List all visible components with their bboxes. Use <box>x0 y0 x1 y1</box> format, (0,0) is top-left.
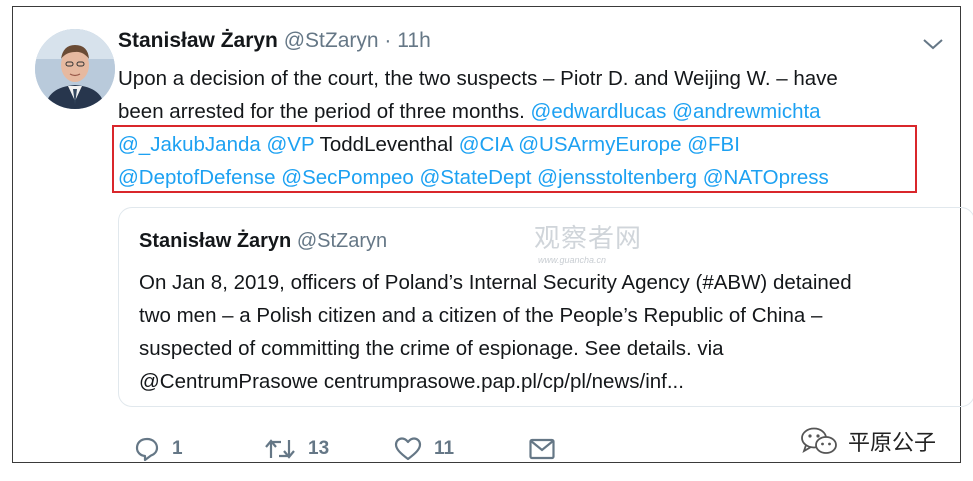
retweet-button[interactable]: 13 <box>264 435 329 463</box>
mention-link[interactable]: @SecPompeo <box>281 166 414 189</box>
quoted-line: suspected of committing the crime of esp… <box>139 337 724 360</box>
tweet-line-2: been arrested for the period of three mo… <box>118 95 938 128</box>
mention-link[interactable]: @andrewmichta <box>672 100 820 123</box>
tweet-line-1: Upon a decision of the court, the two su… <box>118 67 838 90</box>
tweet-line-3: @_JakubJanda @VP ToddLeventhal @CIA @USA… <box>118 128 938 161</box>
like-button[interactable]: 11 <box>394 435 454 463</box>
reply-button[interactable]: 1 <box>134 435 183 463</box>
quoted-author-handle: @StZaryn <box>296 230 388 252</box>
watermark: 观察者网 www.guancha.cn <box>534 218 654 265</box>
like-count: 11 <box>434 438 455 459</box>
quoted-line: @CentrumPrasowe centrumprasowe.pap.pl/cp… <box>139 370 684 393</box>
tweet-line-4: @DeptofDefense @SecPompeo @StateDept @je… <box>118 161 938 194</box>
tweet-card: Stanisław Żaryn @StZaryn · 11h Upon a de… <box>12 6 973 463</box>
avatar-photo <box>35 29 115 109</box>
quoted-line: two men – a Polish citizen and a citizen… <box>139 304 823 327</box>
mention-link[interactable]: @NATOpress <box>703 166 829 189</box>
retweet-count: 13 <box>308 438 330 459</box>
reply-icon <box>135 437 159 462</box>
mention-link[interactable]: @FBI <box>687 133 740 156</box>
quoted-header: Stanisław Żaryn @StZaryn <box>139 230 387 253</box>
envelope-icon <box>529 438 555 460</box>
retweet-icon <box>265 439 295 459</box>
direct-message-button[interactable] <box>528 435 556 463</box>
mention-link[interactable]: @VP <box>266 133 314 156</box>
mention-link[interactable]: @jensstoltenberg <box>537 166 697 189</box>
chevron-down-icon[interactable] <box>922 37 944 51</box>
quoted-line: On Jan 8, 2019, officers of Poland’s Int… <box>139 271 852 294</box>
quoted-text: On Jan 8, 2019, officers of Poland’s Int… <box>139 266 959 398</box>
quoted-author-name: Stanisław Żaryn <box>139 230 292 252</box>
author-handle[interactable]: @StZaryn <box>284 29 379 52</box>
mention-link[interactable]: @USArmyEurope <box>518 133 681 156</box>
reply-count: 1 <box>172 438 183 459</box>
mention-link[interactable]: @_JakubJanda <box>118 133 261 156</box>
tweet-text: Upon a decision of the court, the two su… <box>118 62 938 194</box>
mention-link[interactable]: @CIA <box>459 133 513 156</box>
watermark-url: www.guancha.cn <box>538 255 607 265</box>
wechat-icon <box>801 427 837 454</box>
avatar[interactable] <box>35 29 115 109</box>
mention-link[interactable]: @edwardlucas <box>531 100 667 123</box>
tweet-time[interactable]: 11h <box>397 29 430 52</box>
quoted-tweet[interactable]: Stanisław Żaryn @StZaryn 观察者网 www.guanch… <box>118 207 973 407</box>
author-name[interactable]: Stanisław Żaryn <box>118 29 278 52</box>
tweet-header: Stanisław Żaryn @StZaryn · 11h <box>118 29 431 53</box>
mention-link[interactable]: @DeptofDefense <box>118 166 276 189</box>
brand-text: 平原公子 <box>848 431 937 456</box>
separator-dot: · <box>384 29 392 52</box>
heart-icon <box>394 437 422 461</box>
tweet-line-2-text: been arrested for the period of three mo… <box>118 100 525 123</box>
watermark-text: 观察者网 <box>534 224 643 254</box>
mention-link[interactable]: @StateDept <box>419 166 531 189</box>
wechat-brand: 平原公子 <box>800 424 936 458</box>
plain-name: ToddLeventhal <box>319 133 453 156</box>
